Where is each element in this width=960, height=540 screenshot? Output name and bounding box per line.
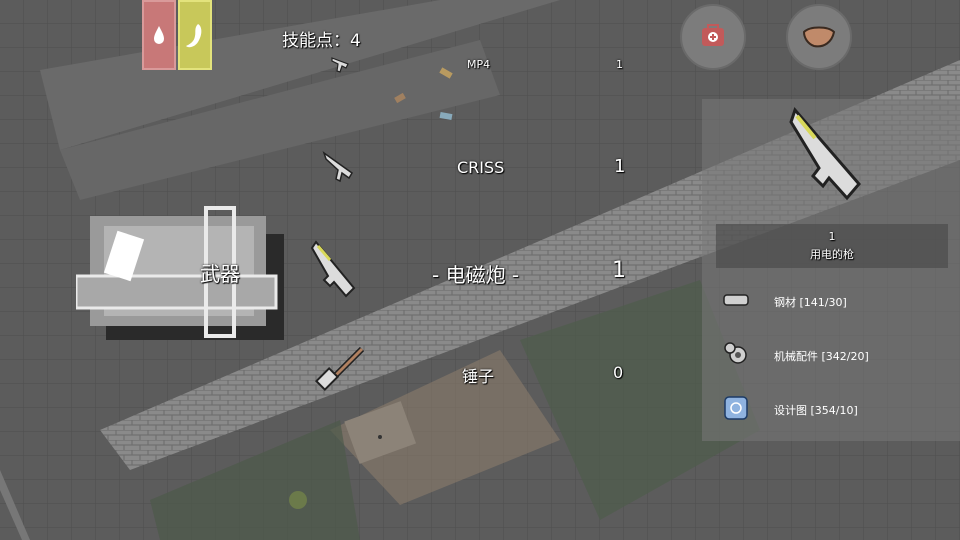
weapon-count: 0 (613, 363, 624, 382)
skill-points: 技能点：4 (282, 31, 361, 51)
blood-status (142, 0, 176, 70)
medkit-icon (702, 24, 724, 46)
crate-icon (74, 206, 284, 340)
gear-parts-icon (724, 342, 747, 364)
weapon-count: 1 (614, 156, 626, 177)
stomach-status (178, 0, 212, 70)
weapon-name: MP4 (467, 58, 491, 71)
railgun-preview-icon (789, 107, 861, 201)
weapon-name: 锤子 (462, 367, 495, 386)
detail-description: 用电的枪 (810, 248, 854, 261)
material-label: 机械配件 [342/20] (774, 350, 869, 363)
stomach-icon (186, 24, 202, 48)
weapon-count: 1 (616, 58, 623, 71)
food-icon (802, 26, 836, 48)
weapon-count: 1 (612, 258, 626, 283)
blueprint-icon (724, 396, 748, 420)
weapon-row-mp4[interactable]: MP4 1 (320, 50, 640, 80)
food-button[interactable] (786, 4, 852, 70)
detail-count: 1 (828, 230, 836, 243)
weapon-name: CRISS (457, 158, 505, 177)
smg-icon (331, 57, 349, 73)
weapon-name: - 电磁炮 - (432, 263, 520, 287)
railgun-icon (310, 240, 356, 298)
description-box: 1 用电的枪 (716, 224, 948, 268)
material-label: 钢材 [141/30] (774, 296, 847, 309)
weapon-row-hammer[interactable]: 锤子 0 (310, 345, 640, 395)
material-label: 设计图 [354/10] (774, 404, 858, 417)
weapon-row-criss[interactable]: CRISS 1 (320, 145, 640, 189)
rifle-icon (322, 151, 353, 183)
blood-icon (154, 26, 164, 44)
weapon-row-railgun[interactable]: - 电磁炮 - 1 (310, 234, 640, 304)
medkit-button[interactable] (680, 4, 746, 70)
category-label: 武器 (200, 262, 240, 286)
hammer-icon (314, 346, 365, 392)
steel-bar-icon (723, 294, 749, 306)
weapon-category-button[interactable] (74, 204, 286, 344)
